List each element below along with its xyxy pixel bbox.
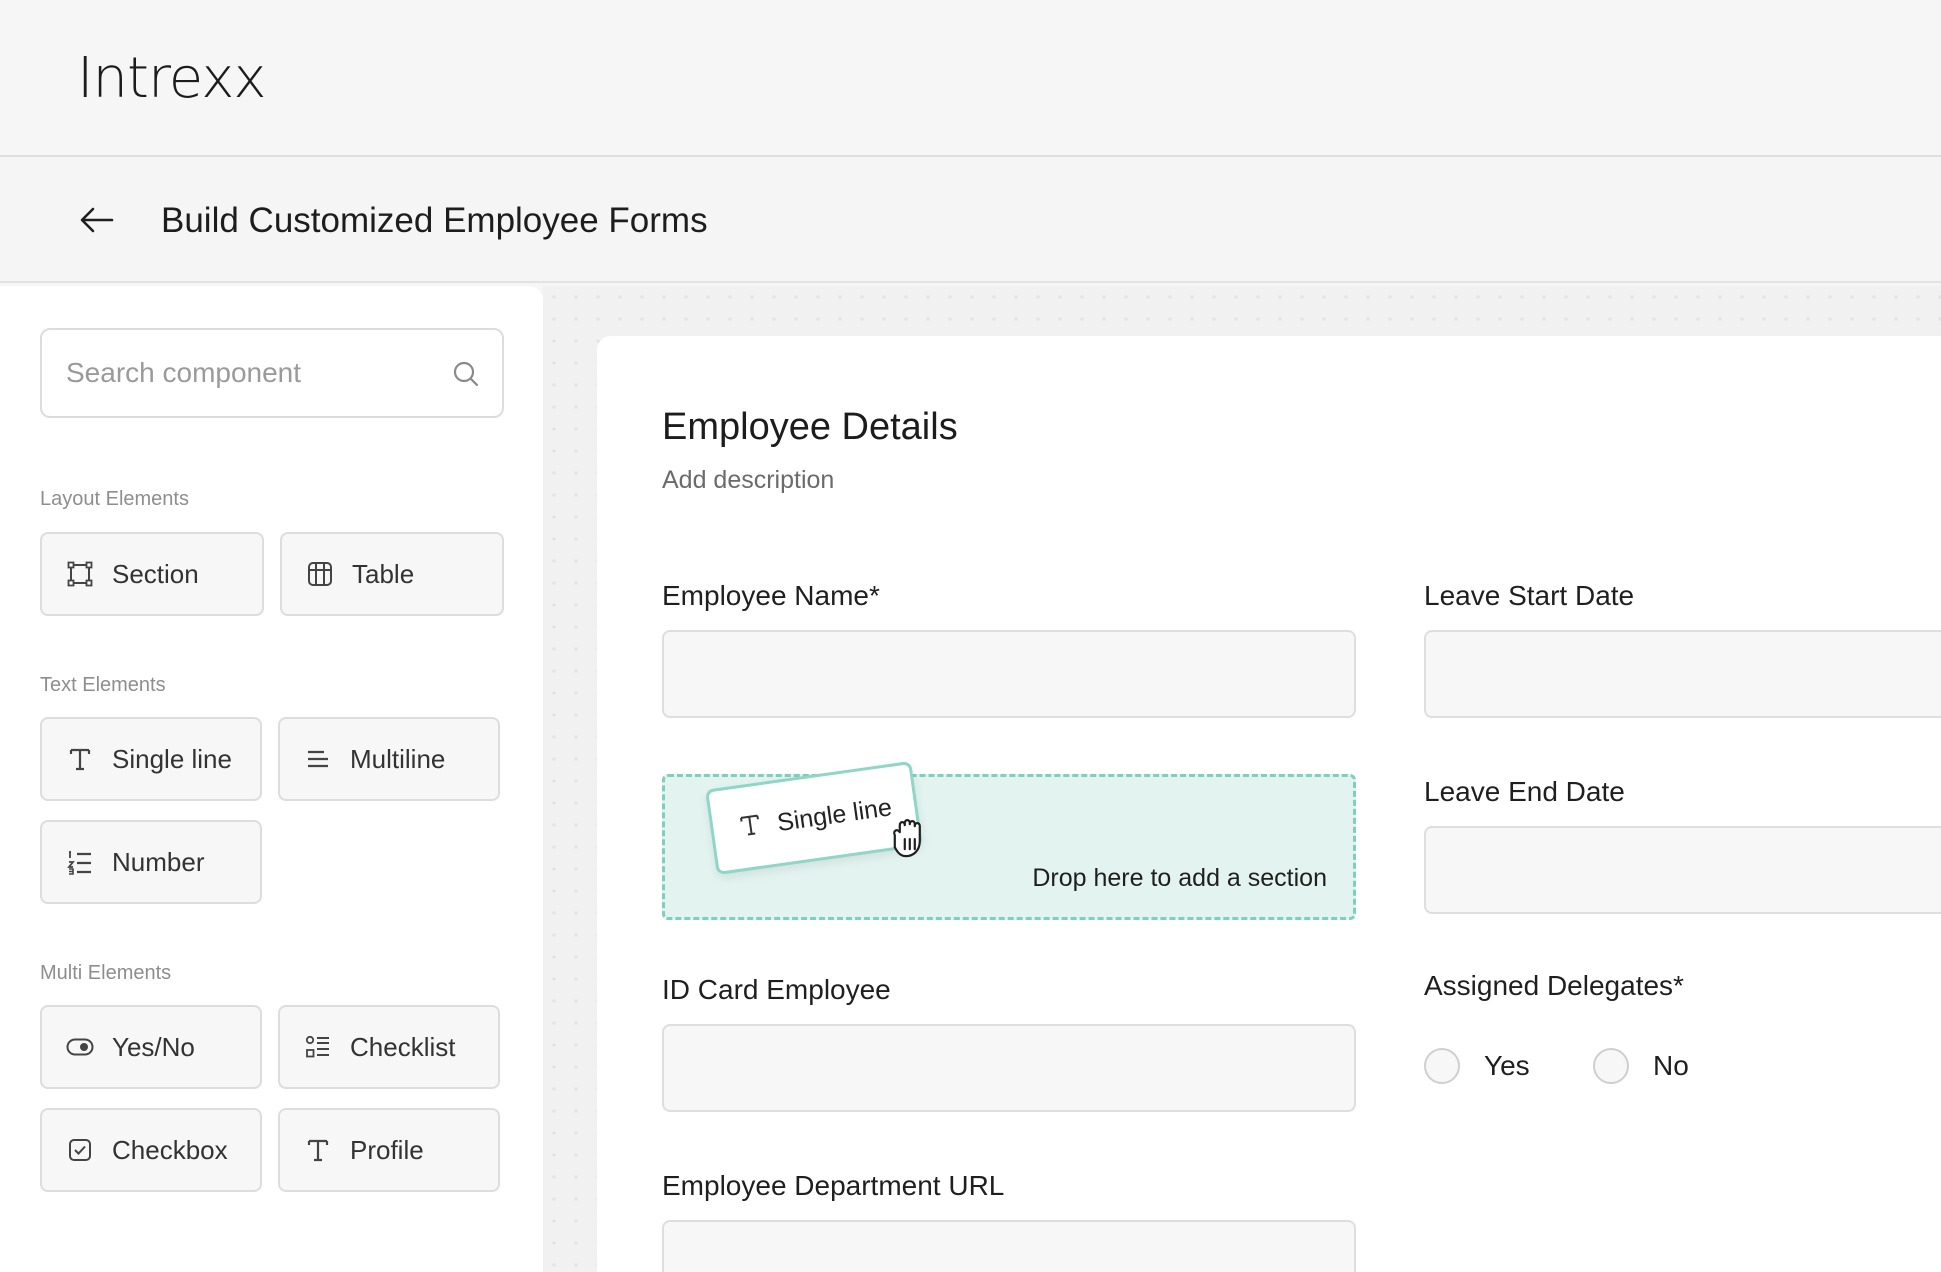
- radio-button[interactable]: [1424, 1048, 1460, 1084]
- component-checklist[interactable]: Checklist: [278, 1005, 500, 1089]
- field-label-id-card: ID Card Employee: [662, 974, 891, 1005]
- department-url-input[interactable]: [662, 1220, 1356, 1272]
- radio-label: No: [1653, 1050, 1689, 1081]
- component-label: Yes/No: [112, 1031, 195, 1062]
- checklist-icon: [304, 1033, 332, 1061]
- dragged-chip-label: Single line: [775, 792, 894, 837]
- field-label-leave-end: Leave End Date: [1424, 776, 1625, 807]
- id-card-input[interactable]: [662, 1024, 1356, 1112]
- drop-zone-text: Drop here to add a section: [1032, 864, 1327, 892]
- arrow-left-icon: [80, 207, 114, 233]
- drop-zone[interactable]: Single line Drop here to add a section: [662, 760, 1356, 920]
- field-label-delegates: Assigned Delegates*: [1424, 970, 1684, 1001]
- top-bar: Intrexx: [0, 0, 1941, 157]
- field-label-leave-start: Leave Start Date: [1424, 580, 1635, 611]
- radio-label: Yes: [1484, 1050, 1530, 1081]
- multiline-icon: [304, 745, 332, 773]
- numbered-list-icon: [66, 848, 94, 876]
- component-label: Section: [112, 558, 199, 589]
- page-title: Build Customized Employee Forms: [161, 201, 708, 240]
- page-header: Build Customized Employee Forms: [0, 157, 1941, 283]
- checkbox-icon: [66, 1136, 94, 1164]
- text-t-icon: [66, 745, 94, 773]
- component-checkbox[interactable]: Checkbox: [40, 1108, 262, 1192]
- dragged-single-line-chip[interactable]: Single line: [705, 760, 923, 876]
- toggle-icon: [66, 1033, 94, 1061]
- field-label-department-url: Employee Department URL: [662, 1170, 1005, 1201]
- search-icon[interactable]: [452, 360, 480, 393]
- component-sidebar: Layout Elements Section Table Text Eleme…: [0, 286, 543, 1272]
- intrexx-logo[interactable]: Intrexx: [77, 46, 267, 111]
- group-label-text: Text Elements: [40, 674, 166, 696]
- component-yes-no[interactable]: Yes/No: [40, 1005, 262, 1089]
- component-label: Number: [112, 846, 205, 877]
- form-description[interactable]: Add description: [662, 466, 834, 495]
- search-box: [40, 328, 504, 418]
- form-card: Employee Details Add description Employe…: [597, 336, 1941, 1272]
- leave-end-date-input[interactable]: [1424, 826, 1941, 914]
- radio-button[interactable]: [1593, 1048, 1629, 1084]
- component-table[interactable]: Table: [280, 532, 504, 616]
- component-label: Profile: [350, 1134, 424, 1165]
- text-t-icon: [738, 810, 764, 844]
- section-icon: [66, 560, 94, 588]
- group-label-layout: Layout Elements: [40, 488, 189, 510]
- component-label: Table: [352, 558, 415, 589]
- leave-start-date-input[interactable]: [1424, 630, 1941, 718]
- search-input[interactable]: [66, 350, 436, 396]
- component-multiline[interactable]: Multiline: [278, 717, 500, 801]
- radio-option-yes[interactable]: Yes: [1424, 1048, 1530, 1084]
- form-title[interactable]: Employee Details: [662, 406, 958, 449]
- component-number[interactable]: Number: [40, 820, 262, 904]
- component-single-line[interactable]: Single line: [40, 717, 262, 801]
- radio-option-no[interactable]: No: [1593, 1048, 1689, 1084]
- component-section[interactable]: Section: [40, 532, 264, 616]
- component-profile[interactable]: Profile: [278, 1108, 500, 1192]
- component-label: Checkbox: [112, 1134, 228, 1165]
- table-icon: [306, 560, 334, 588]
- field-label-employee-name: Employee Name*: [662, 580, 880, 611]
- group-label-multi: Multi Elements: [40, 962, 172, 984]
- back-button[interactable]: [72, 195, 122, 245]
- component-label: Checklist: [350, 1031, 456, 1062]
- text-t-icon: [304, 1136, 332, 1164]
- component-label: Single line: [112, 743, 232, 774]
- component-label: Multiline: [350, 743, 446, 774]
- grab-hand-icon: [885, 813, 931, 864]
- employee-name-input[interactable]: [662, 630, 1356, 718]
